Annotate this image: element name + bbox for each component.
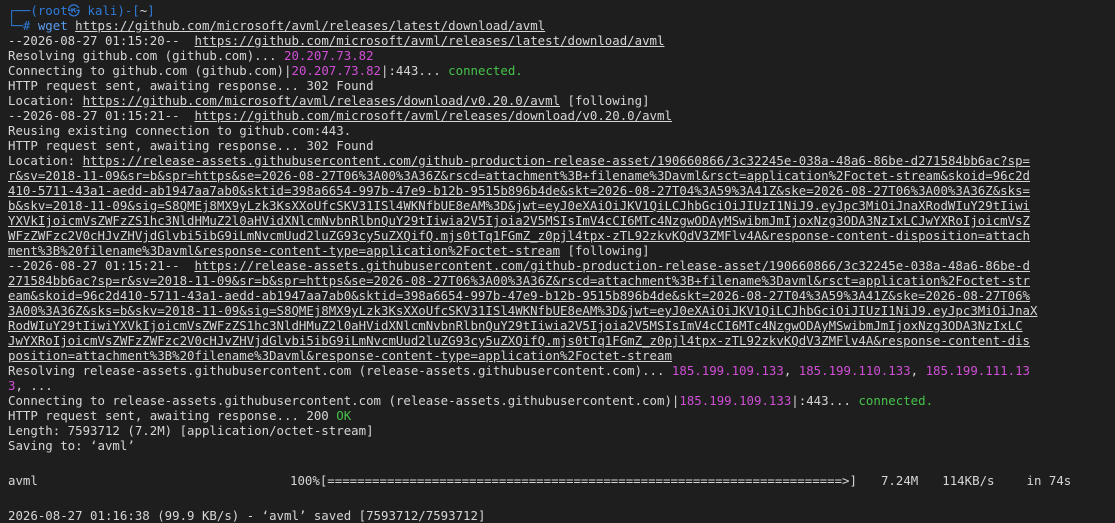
progress-filename: avml (8, 473, 38, 488)
location-url[interactable]: YXVkIjoicmVsZWFzZS1hc3NldHMuZ2l0aHVidXNl… (8, 213, 1030, 228)
request-url[interactable]: https://github.com/microsoft/avml/releas… (195, 108, 672, 123)
request-url[interactable]: 271584bb6ac?sp=r&sv=2018-11-09&sr=b&spr=… (8, 273, 1030, 288)
ok-status: OK (336, 408, 352, 423)
http-response-line: HTTP request sent, awaiting response... … (8, 408, 1111, 423)
location-line: Location: https://github.com/microsoft/a… (8, 93, 1111, 108)
ip-address: 185.199.110.133 (798, 363, 911, 378)
port-text: |:443... (381, 63, 449, 78)
location-url[interactable]: b&skv=2018-11-09&sig=S8QMEj8MX9yLzk3KsXX… (8, 198, 1030, 213)
request-url-wrap: JwYXRoIjoicmVsZWFzZWFzc2V0cHJvZHVjdGlvbi… (8, 333, 1111, 348)
location-line: Location: https://release-assets.githubu… (8, 153, 1111, 168)
timestamp: --2026-08-27 01:15:20-- (8, 33, 195, 48)
connect-line: Connecting to release-assets.githubuserc… (8, 393, 1111, 408)
progress-speed: 114KB/s (942, 473, 995, 488)
saved-summary-line: 2026-08-27 01:16:38 (99.9 KB/s) - ‘avml’… (8, 508, 486, 523)
request-url[interactable]: JwYXRoIjoicmVsZWFzZWFzc2V0cHJvZHVjdGlvbi… (8, 333, 1030, 348)
http-response-line: HTTP request sent, awaiting response... … (8, 138, 374, 153)
ip-address: 20.207.73.82 (291, 63, 382, 78)
request-url-wrap: 3A00%3A36Z&sks=b&skv=2018-11-09&sig=S8QM… (8, 303, 1111, 318)
request-line: --2026-08-27 01:15:21-- https://github.c… (8, 108, 1111, 123)
progress-eta: in 74s (1026, 473, 1072, 488)
connected-status: connected. (858, 393, 934, 408)
following-text: [following] (560, 243, 650, 258)
separator: , (783, 363, 799, 378)
timestamp: --2026-08-27 01:15:21-- (8, 108, 195, 123)
location-url[interactable]: ment%3B%20filename%3Davml&response-conte… (8, 243, 560, 258)
connected-status: connected. (448, 63, 523, 78)
http-response-text: HTTP request sent, awaiting response... … (8, 408, 337, 423)
http-response-line: HTTP request sent, awaiting response... … (8, 78, 374, 93)
location-url[interactable]: 410-5711-43a1-aedd-ab1947aa7ab0&sktid=39… (8, 183, 1030, 198)
ip-address: 185.199.109.133 (679, 393, 792, 408)
location-url-wrap: YXVkIjoicmVsZWFzZS1hc3NldHMuZ2l0aHVidXNl… (8, 213, 1111, 228)
reuse-connection-line: Reusing existing connection to github.co… (8, 123, 352, 138)
resolve-line-wrap: 3, ... (8, 378, 1111, 393)
connect-text: Connecting to release-assets.githubuserc… (8, 393, 680, 408)
location-url[interactable]: https://github.com/microsoft/avml/releas… (83, 93, 560, 108)
location-label: Location: (8, 153, 83, 168)
request-line: --2026-08-27 01:15:21-- https://release-… (8, 258, 1111, 273)
request-url-wrap: RodWIuY29tIiwiYXVkIjoicmVsZWFzZS1hc3NldH… (8, 318, 1111, 333)
connect-line: Connecting to github.com (github.com)|20… (8, 63, 1111, 78)
ip-address: 185.199.111.13 (925, 363, 1031, 378)
command-name: wget (37, 18, 76, 33)
prompt-header-line: ┌──(root㉿ kali)-[~] (8, 3, 1111, 18)
length-line: Length: 7593712 (7.2M) [application/octe… (8, 423, 374, 438)
request-url-wrap: 271584bb6ac?sp=r&sv=2018-11-09&sr=b&spr=… (8, 273, 1111, 288)
separator: , (910, 363, 926, 378)
request-url-wrap: position=attachment%3B%20filename%3Davml… (8, 348, 1111, 363)
prompt-frame: ┌──( (8, 3, 38, 18)
request-url[interactable]: eam&skoid=96c2d410-5711-43a1-aedd-ab1947… (8, 288, 1030, 303)
location-label: Location: (8, 93, 83, 108)
location-url[interactable]: WFzZWFzc2V0cHJvZHVjdGlvbi5ibG9iLmNvcmUud… (8, 228, 1030, 243)
location-url-wrap: 410-5711-43a1-aedd-ab1947aa7ab0&sktid=39… (8, 183, 1111, 198)
terminal-output[interactable]: ┌──(root㉿ kali)-[~] └─# wget https://git… (8, 3, 1111, 523)
resolve-line: Resolving github.com (github.com)... 20.… (8, 48, 1111, 63)
resolve-text: Resolving release-assets.githubuserconte… (8, 363, 672, 378)
progress-line: avml 100% [=============================… (8, 473, 1111, 488)
location-url[interactable]: https://release-assets.githubusercontent… (83, 153, 1030, 168)
ip-address: 20.207.73.82 (284, 48, 374, 63)
request-line: --2026-08-27 01:15:20-- https://github.c… (8, 33, 1111, 48)
location-url-wrap: r&sv=2018-11-09&sr=b&spr=https&se=2026-0… (8, 168, 1111, 183)
prompt-separator: )-[ (117, 3, 140, 18)
connect-text: Connecting to github.com (github.com)| (8, 63, 292, 78)
request-url[interactable]: RodWIuY29tIiwiYXVkIjoicmVsZWFzZS1hc3NldH… (8, 318, 1023, 333)
request-url[interactable]: 3A00%3A36Z&sks=b&skv=2018-11-09&sig=S8QM… (8, 303, 1037, 318)
location-url[interactable]: r&sv=2018-11-09&sr=b&spr=https&se=2026-0… (8, 168, 1030, 183)
command-line[interactable]: └─# wget https://github.com/microsoft/av… (8, 18, 1111, 33)
prompt-frame-close: ] (147, 3, 155, 18)
prompt-hash: └─# (8, 18, 38, 33)
following-text: [following] (560, 93, 650, 108)
progress-size: 7.24M (880, 473, 919, 488)
request-url[interactable]: position=attachment%3B%20filename%3Davml… (8, 348, 672, 363)
resolve-text: Resolving github.com (github.com)... (8, 48, 285, 63)
timestamp: --2026-08-27 01:15:21-- (8, 258, 195, 273)
resolve-line: Resolving release-assets.githubuserconte… (8, 363, 1111, 378)
location-url-wrap: b&skv=2018-11-09&sig=S8QMEj8MX9yLzk3KsXX… (8, 198, 1111, 213)
prompt-user-host: root㉿ kali (37, 3, 118, 18)
ip-address: 185.199.109.133 (671, 363, 784, 378)
request-url[interactable]: https://release-assets.githubusercontent… (195, 258, 1031, 273)
resolve-tail: , ... (15, 378, 53, 393)
saving-line: Saving to: ‘avml’ (8, 438, 135, 453)
request-url-wrap: eam&skoid=96c2d410-5711-43a1-aedd-ab1947… (8, 288, 1111, 303)
command-url[interactable]: https://github.com/microsoft/avml/releas… (75, 18, 545, 33)
port-text: |:443... (791, 393, 859, 408)
location-url-wrap: ment%3B%20filename%3Davml&response-conte… (8, 243, 1111, 258)
location-url-wrap: WFzZWFzc2V0cHJvZHVjdGlvbi5ibG9iLmNvcmUud… (8, 228, 1111, 243)
progress-bar: [=======================================… (319, 473, 857, 488)
progress-percent: 100% (290, 473, 320, 488)
request-url[interactable]: https://github.com/microsoft/avml/releas… (195, 33, 665, 48)
